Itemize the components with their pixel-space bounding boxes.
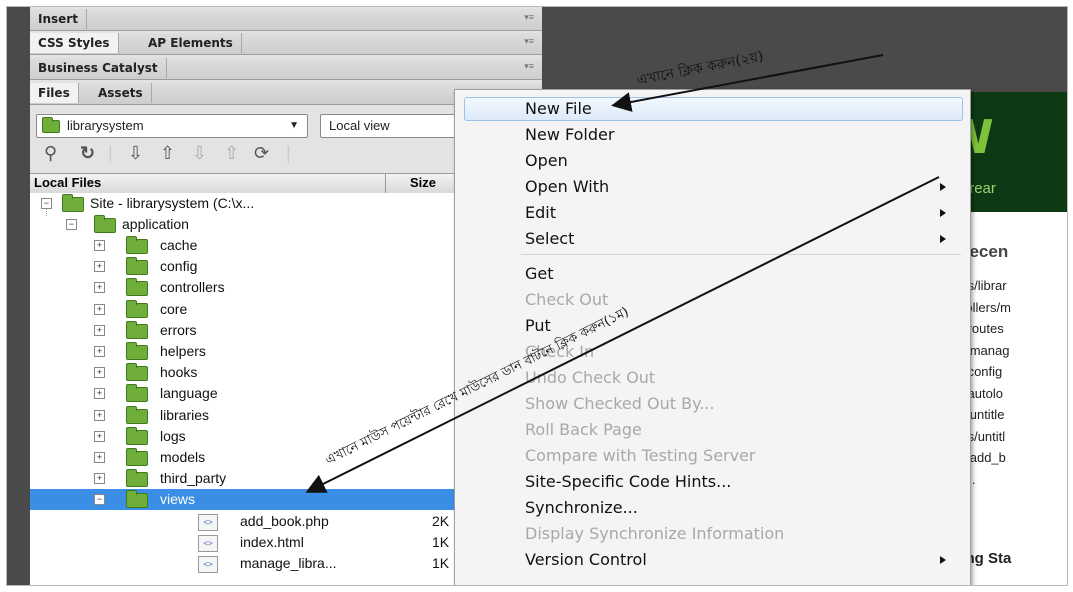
arrow-first	[305, 176, 940, 493]
annotation-arrows	[305, 54, 940, 493]
screenshot-frame: W e' Drear a Recen odels/librarontroller…	[6, 6, 1068, 586]
